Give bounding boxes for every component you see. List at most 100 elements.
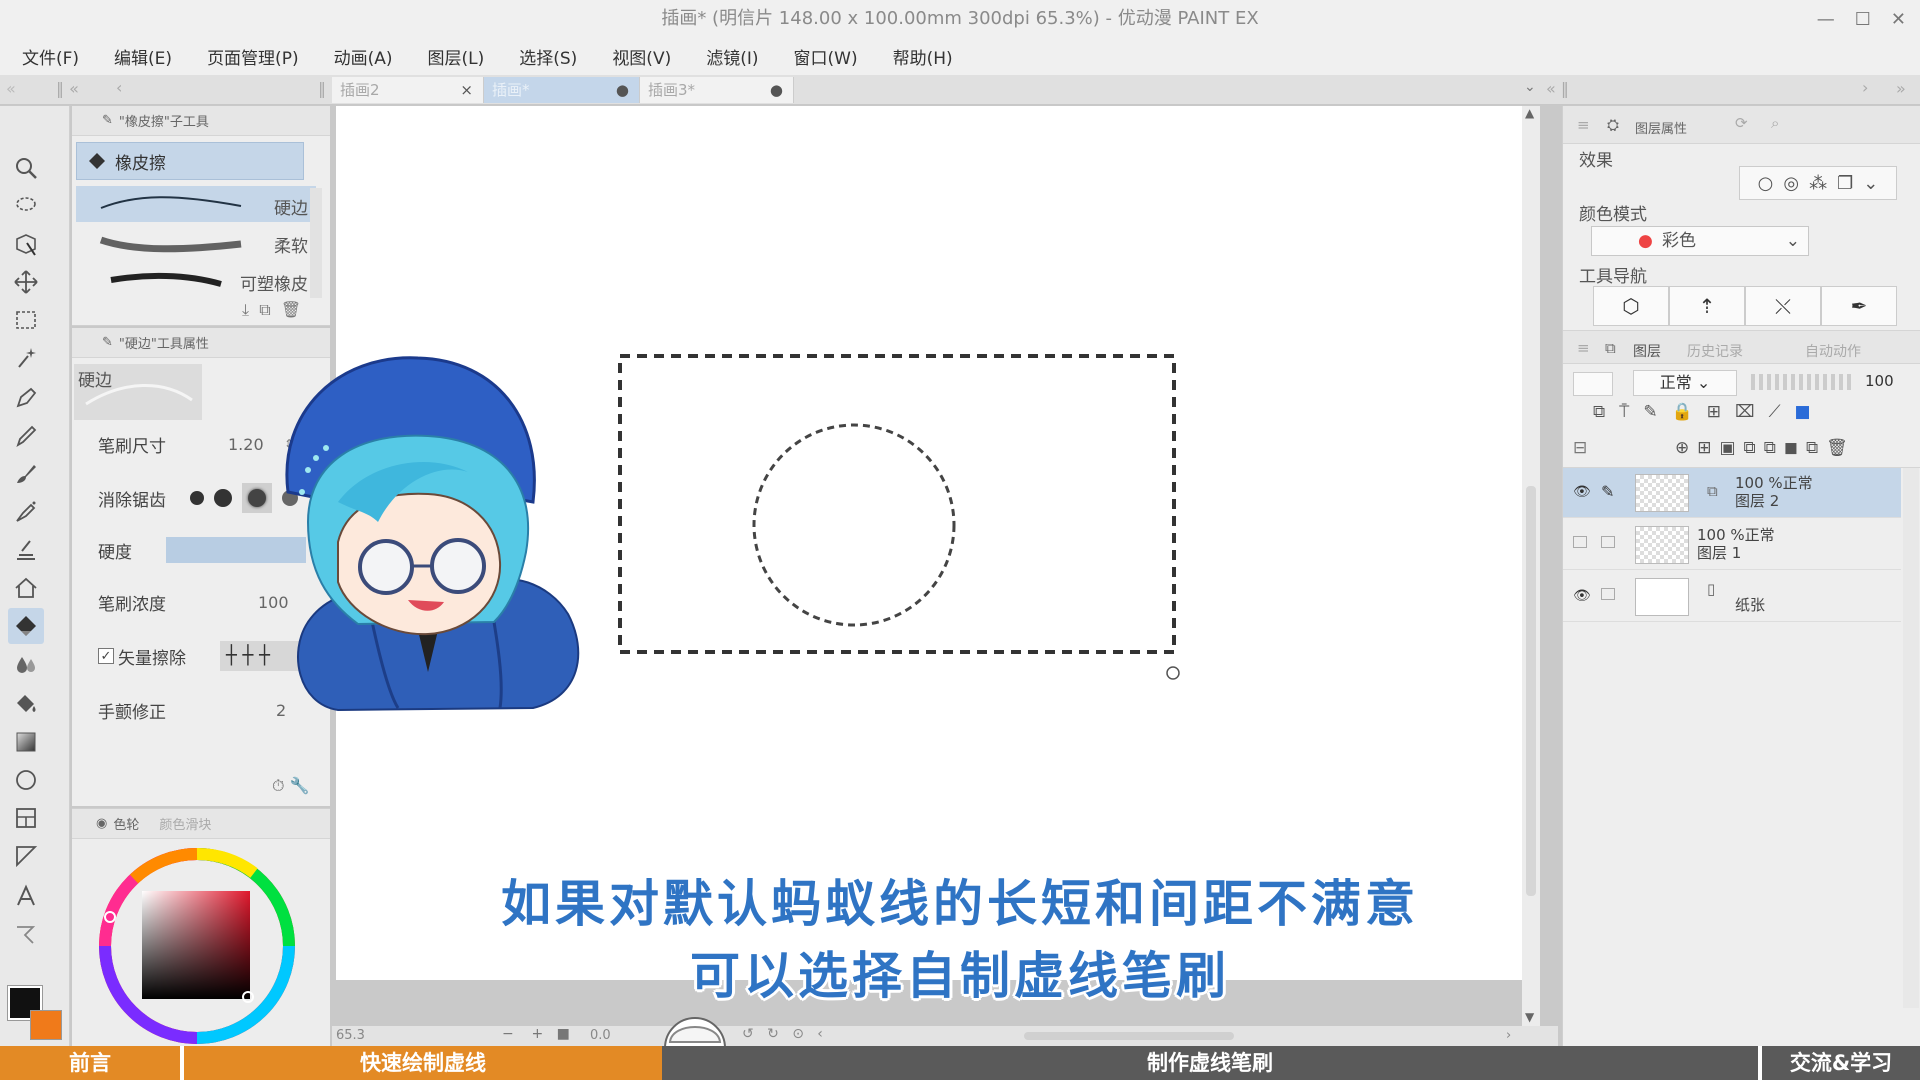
brush-item-soft[interactable]: 柔软 — [76, 224, 316, 260]
nav-select-icon[interactable]: ⇡ — [1669, 286, 1745, 326]
object-tool[interactable] — [8, 226, 44, 262]
brush-item-hard[interactable]: 硬边 — [76, 186, 316, 222]
panel-menu-icon[interactable]: ≡ — [1577, 339, 1590, 357]
edit-toggle-icon[interactable] — [1601, 536, 1615, 548]
collapse-left-icon[interactable]: « — [6, 79, 16, 98]
layer-property-tab-icon[interactable]: ⛭ — [1607, 116, 1619, 134]
antialias-weak-icon[interactable] — [214, 489, 232, 507]
brush-tool[interactable] — [8, 456, 44, 492]
nav-object-icon[interactable]: ⬡ — [1593, 286, 1669, 326]
airbrush-tool[interactable] — [8, 494, 44, 530]
ruler-show-icon[interactable]: ⟋ — [1769, 402, 1781, 430]
pencil-tool[interactable] — [8, 418, 44, 454]
layer-color-dropdown[interactable] — [1573, 372, 1613, 396]
menu-page[interactable]: 页面管理(P) — [207, 44, 299, 69]
collapse-left-icon-2[interactable]: ‖ « — [56, 79, 79, 98]
pen-tool[interactable] — [8, 380, 44, 416]
frame-tool[interactable] — [8, 800, 44, 836]
zoom-readout[interactable]: 65.3 — [336, 1028, 365, 1043]
tab-illustration-3[interactable]: 插画3* ● — [640, 77, 794, 103]
chapter-preface[interactable]: 前言 — [0, 1046, 180, 1080]
tab-unsaved-icon[interactable]: ● — [616, 77, 629, 103]
menu-edit[interactable]: 编辑(E) — [114, 44, 172, 69]
timer-icon[interactable]: ⏱ — [272, 776, 284, 795]
effect-dropdown-icon[interactable]: ⌄ — [1863, 173, 1878, 194]
tab-list-icon[interactable]: ⌄ — [1524, 79, 1536, 95]
layer-property-tab[interactable]: 图层属性 — [1635, 118, 1687, 137]
edit-pen-icon[interactable]: ✎ — [1601, 482, 1614, 501]
layer-row-1[interactable]: 100 %正常 图层 1 — [1563, 520, 1901, 570]
color-wheel-tab-icon[interactable]: ◉ — [96, 816, 107, 831]
download-icon[interactable]: ⤓ — [242, 300, 249, 319]
scroll-up-icon[interactable]: ▲ — [1525, 106, 1534, 120]
tab-illustration-2[interactable]: 插画2 × — [332, 77, 484, 103]
blend-tool[interactable] — [8, 646, 44, 682]
tab-unsaved-icon[interactable]: ● — [770, 77, 783, 103]
tab-layer[interactable]: 图层 — [1633, 341, 1661, 361]
edit-toggle-icon[interactable] — [1601, 588, 1615, 600]
tab-auto-action[interactable]: 自动动作 — [1805, 341, 1861, 361]
nav-pen-icon[interactable]: ✒ — [1821, 286, 1897, 326]
figure-tool[interactable] — [8, 570, 44, 606]
minimize-icon[interactable]: — — [1817, 9, 1835, 30]
zoom-tool[interactable] — [8, 150, 44, 186]
shape-tool[interactable] — [8, 762, 44, 798]
eraser-tool[interactable] — [8, 608, 44, 644]
menu-file[interactable]: 文件(F) — [22, 44, 79, 69]
layer-action-icons[interactable]: ⊕⊞▣⧉⧉◼⧉🗑 — [1675, 438, 1856, 458]
chapter-exchange[interactable]: 交流&学习 — [1762, 1046, 1920, 1080]
move-tool[interactable] — [8, 264, 44, 300]
chapter-make-brush[interactable]: 制作虚线笔刷 — [662, 1046, 1758, 1080]
rotate-left-icon[interactable]: ↺ — [742, 1026, 754, 1042]
lasso-tool[interactable] — [8, 188, 44, 224]
draft-icon[interactable]: ✎ — [1643, 402, 1657, 430]
angle-readout[interactable]: 0.0 — [590, 1028, 611, 1043]
layer-color-icon[interactable]: ■ — [1795, 402, 1811, 430]
tab-color-other[interactable]: 颜色滑块 — [159, 814, 211, 833]
sub-color-swatch[interactable] — [30, 1010, 62, 1040]
brush-item-plastic[interactable]: 可塑橡皮 — [76, 262, 316, 298]
horizontal-scroll-thumb[interactable] — [1024, 1032, 1234, 1040]
opacity-slider[interactable] — [1751, 374, 1855, 390]
lock-icon[interactable]: 🔒 — [1672, 402, 1693, 430]
eye-icon[interactable]: 👁 — [1573, 588, 1591, 604]
effect-border-icon[interactable]: ○ — [1758, 173, 1774, 194]
menu-window[interactable]: 窗口(W) — [794, 44, 858, 69]
effect-pattern-icon[interactable]: ⁂ — [1809, 173, 1827, 194]
tab-icon-3[interactable]: ⌕ — [1771, 114, 1779, 132]
flip-icon[interactable]: ‹ — [817, 1026, 823, 1042]
brush-size-value[interactable]: 1.20 — [228, 435, 264, 454]
trash-icon[interactable]: 🗑 — [281, 300, 301, 319]
maximize-icon[interactable]: ☐ — [1855, 9, 1871, 30]
nav-vector-icon[interactable]: ⤬ — [1745, 286, 1821, 326]
color-mode-select[interactable]: ● 彩色 ⌄ — [1591, 226, 1809, 256]
eye-icon[interactable]: 👁 — [1573, 484, 1591, 500]
wrench-icon[interactable]: 🔧 — [290, 776, 310, 795]
subtool-scrollbar[interactable] — [310, 188, 322, 298]
panel-grip-icon[interactable]: ‖ — [318, 79, 326, 98]
menu-layer[interactable]: 图层(L) — [428, 44, 485, 69]
auto-select-tool[interactable] — [8, 340, 44, 376]
fit-icon[interactable]: ■ — [557, 1026, 570, 1042]
tab-history[interactable]: 历史记录 — [1687, 341, 1743, 361]
scroll-thumb[interactable] — [1526, 486, 1536, 896]
layer-list-icon[interactable]: ⊟ — [1573, 438, 1587, 458]
layer-row-paper[interactable]: 👁 ▯ 纸张 — [1563, 572, 1901, 622]
antialias-none-icon[interactable] — [190, 491, 204, 505]
subtool-group-eraser[interactable]: 橡皮擦 — [76, 142, 304, 180]
copy-subtool-icon[interactable]: ⧉ — [259, 300, 270, 319]
layer-row-2[interactable]: 👁 ✎ ⧉ 100 %正常 图层 2 — [1563, 468, 1901, 518]
zoom-out-icon[interactable]: − — [502, 1026, 514, 1042]
menu-select[interactable]: 选择(S) — [519, 44, 577, 69]
blend-mode-select[interactable]: 正常 ⌄ — [1633, 370, 1737, 396]
scroll-right-icon[interactable]: › — [1862, 78, 1868, 97]
scroll-down-icon[interactable]: ▼ — [1525, 1010, 1534, 1024]
zoom-in-icon[interactable]: + — [532, 1026, 544, 1042]
reference-icon[interactable]: ⍑ — [1619, 402, 1629, 430]
menu-view[interactable]: 视图(V) — [612, 44, 671, 69]
decoration-tool[interactable] — [8, 532, 44, 568]
gradient-tool[interactable] — [8, 724, 44, 760]
chapter-quick-dashed[interactable]: 快速绘制虚线 — [184, 1046, 662, 1080]
tab-color-wheel[interactable]: 色轮 — [113, 814, 139, 833]
panel-menu-icon[interactable]: ≡ — [1577, 116, 1590, 134]
